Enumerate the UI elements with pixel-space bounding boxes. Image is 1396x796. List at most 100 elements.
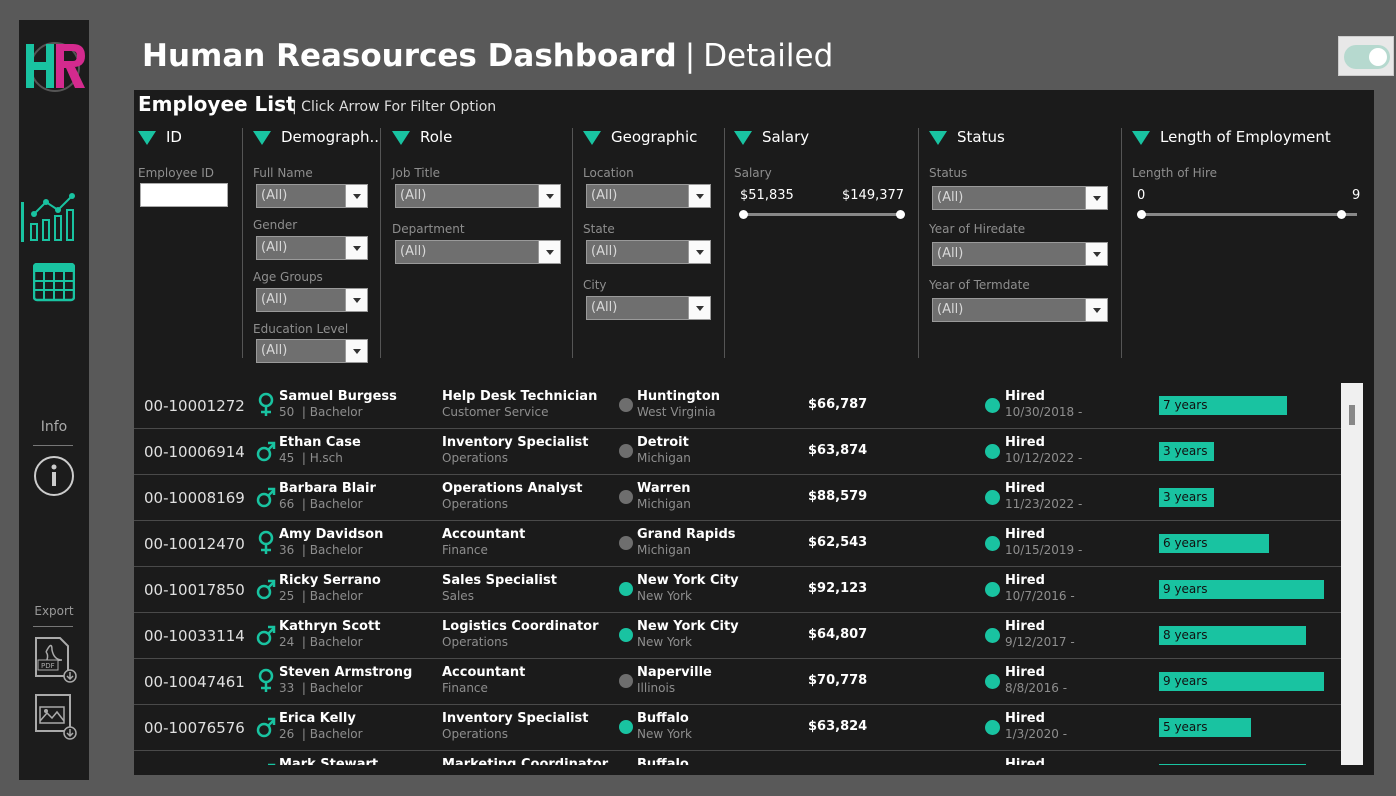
- employee-panel: Employee List | Click Arrow For Filter O…: [134, 90, 1374, 775]
- scrollbar-thumb[interactable]: [1349, 405, 1355, 425]
- status-dropdown[interactable]: (All): [932, 186, 1108, 210]
- toggle-knob: [1369, 48, 1387, 66]
- table-row[interactable]: 00-10047461 Steven Armstrong 33 | Bachelor…: [134, 659, 1342, 705]
- chevron-down-icon: [345, 340, 367, 362]
- location-dot: [619, 444, 633, 458]
- filter-id-toggle[interactable]: ID: [138, 128, 182, 146]
- length-bar: 6 years: [1159, 534, 1269, 553]
- svg-text:PDF: PDF: [41, 662, 55, 670]
- filter-geographic-toggle[interactable]: Geographic: [583, 128, 697, 146]
- city-dropdown[interactable]: (All): [586, 296, 711, 320]
- length-label: 5 years: [1163, 720, 1208, 734]
- chevron-down-icon: [1085, 243, 1107, 265]
- employee-id: 00-10076576: [144, 719, 245, 737]
- salary: $88,579: [808, 489, 868, 504]
- job-title-dropdown[interactable]: (All): [395, 184, 561, 208]
- location-dot: [619, 490, 633, 504]
- status: Hired: [1005, 389, 1045, 404]
- filter-divider: [242, 128, 243, 358]
- male-icon: [256, 438, 276, 464]
- employee-name: Amy Davidson: [279, 527, 384, 542]
- length-max-handle[interactable]: [1337, 210, 1346, 219]
- employee-name: Samuel Burgess: [279, 389, 397, 404]
- male-icon: [256, 576, 276, 602]
- chevron-down-icon: [1085, 299, 1107, 321]
- table-view-icon[interactable]: [33, 263, 75, 303]
- filter-role-toggle[interactable]: Role: [392, 128, 452, 146]
- job-title: Inventory Specialist: [442, 711, 589, 726]
- status-dot: [985, 582, 1000, 597]
- table-row[interactable]: 00-10001272 Samuel Burgess 50 | Bachelor He…: [134, 383, 1342, 429]
- hire-date: 10/12/2022 -: [1005, 451, 1083, 465]
- length-label: 3 years: [1163, 490, 1208, 504]
- dashboard-chart-icon[interactable]: [19, 190, 81, 246]
- employee-name: Kathryn Scott: [279, 619, 381, 634]
- termdate-dropdown[interactable]: (All): [932, 298, 1108, 322]
- salary-max-handle[interactable]: [896, 210, 905, 219]
- filter-divider: [1121, 128, 1122, 358]
- state: Illinois: [637, 681, 676, 695]
- table-row[interactable]: 00-10076959Mark Stewart | Marketing Coor…: [134, 751, 1342, 765]
- table-row[interactable]: 00-10006914 Ethan Case 45 | H.sch Inventory…: [134, 429, 1342, 475]
- salary-slider-track[interactable]: [742, 213, 902, 216]
- location-dot: [619, 720, 633, 734]
- length-min-handle[interactable]: [1137, 210, 1146, 219]
- filter-length-toggle[interactable]: Length of Employment: [1132, 128, 1331, 146]
- employee-age: 25: [279, 589, 295, 603]
- full-name-dropdown[interactable]: (All): [256, 184, 368, 208]
- page-title-main: Human Reasources Dashboard: [142, 38, 677, 74]
- view-toggle[interactable]: [1338, 36, 1394, 76]
- location-dropdown[interactable]: (All): [586, 184, 711, 208]
- age-groups-dropdown[interactable]: (All): [256, 288, 368, 312]
- gender-dropdown[interactable]: (All): [256, 236, 368, 260]
- filter-divider: [724, 128, 725, 358]
- table-row[interactable]: 00-10008169 Barbara Blair 66 | Bachelor Ope…: [134, 475, 1342, 521]
- city: New York City: [637, 573, 739, 588]
- education-dropdown[interactable]: (All): [256, 339, 368, 363]
- table-row[interactable]: 00-10017850 Ricky Serrano 25 | Bachelor Sal…: [134, 567, 1342, 613]
- employee-age: 24: [279, 635, 295, 649]
- table-row[interactable]: 00-10033114 Kathryn Scott 24 | Bachelor Log…: [134, 613, 1342, 659]
- export-image-icon[interactable]: [34, 693, 78, 741]
- age-groups-label: Age Groups: [253, 270, 323, 284]
- department-dropdown[interactable]: (All): [395, 240, 561, 264]
- length-bar: 9 years: [1159, 580, 1324, 599]
- filter-demographic-toggle[interactable]: Demograph..: [253, 128, 379, 146]
- state-dropdown[interactable]: (All): [586, 240, 711, 264]
- state: New York: [637, 589, 692, 603]
- filter-status-toggle[interactable]: Status: [929, 128, 1005, 146]
- export-divider: [33, 626, 73, 627]
- location-dot: [619, 628, 633, 642]
- location-dot: [619, 536, 633, 550]
- termdate-label: Year of Termdate: [929, 278, 1030, 292]
- employee-age: 36: [279, 543, 295, 557]
- female-icon: [256, 530, 276, 556]
- state: Michigan: [637, 497, 691, 511]
- city: Huntington: [637, 389, 721, 404]
- length-label: 6 years: [1163, 536, 1208, 550]
- length-slider-track[interactable]: [1140, 213, 1357, 216]
- chevron-down-icon: [688, 297, 710, 319]
- table-row[interactable]: 00-10076576 Erica Kelly 26 | Bachelor Inven…: [134, 705, 1342, 751]
- employee-age: 33: [279, 681, 295, 695]
- employee-id: 00-10012470: [144, 535, 245, 553]
- state-label: State: [583, 222, 615, 236]
- chevron-down-icon: [538, 241, 560, 263]
- table-row[interactable]: 00-10012470 Amy Davidson 36 | Bachelor Acco…: [134, 521, 1342, 567]
- job-title: Sales Specialist: [442, 573, 557, 588]
- state: Michigan: [637, 543, 691, 557]
- salary-label: Salary: [734, 166, 772, 180]
- employee-age-edu: 66 | Bachelor: [279, 497, 363, 511]
- male-icon: [256, 760, 276, 765]
- panel-hint: | Click Arrow For Filter Option: [292, 99, 497, 115]
- status: Hired: [1005, 757, 1045, 765]
- table-scrollbar[interactable]: [1341, 383, 1363, 765]
- hiredate-dropdown[interactable]: (All): [932, 242, 1108, 266]
- export-pdf-icon[interactable]: PDF: [34, 636, 78, 684]
- employee-age-edu: 26 | Bachelor: [279, 727, 363, 741]
- filter-salary-toggle[interactable]: Salary: [734, 128, 809, 146]
- employee-id-input[interactable]: [140, 183, 228, 207]
- salary-min-handle[interactable]: [739, 210, 748, 219]
- info-icon[interactable]: [33, 455, 75, 497]
- employee-education: Bachelor: [309, 589, 363, 603]
